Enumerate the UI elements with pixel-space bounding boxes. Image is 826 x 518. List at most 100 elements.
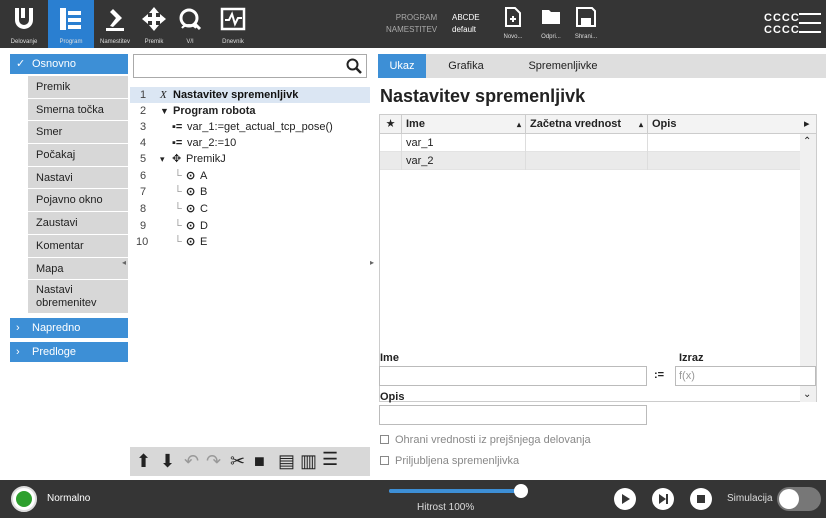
menu-button[interactable] [799,13,821,33]
scroll-down-icon[interactable]: ⌄ [803,389,811,400]
checkbox-box[interactable] [380,435,389,444]
favorite-cell[interactable] [380,134,402,152]
simulation-toggle[interactable] [777,487,821,511]
table-row[interactable]: var_1 [380,134,800,152]
description-label: Opis [380,391,405,403]
favorite-cell[interactable] [380,152,402,170]
favorite-column-header[interactable]: ★ [380,115,402,134]
nav-item-popup[interactable]: Pojavno okno [28,189,128,212]
checkbox-box[interactable] [380,456,389,465]
copy-icon[interactable]: ■ [254,451,265,471]
tree-line[interactable]: 6 └ ⊙ A [130,168,370,184]
move-icon: ✥ [172,153,182,165]
new-button[interactable]: Novo... [493,4,533,48]
section-basic-label: Osnovno [32,58,77,70]
nav-item-folder[interactable]: Mapa [28,258,128,280]
play-button[interactable] [614,488,636,510]
tab-installation[interactable]: Namestitev [94,0,136,48]
variables-table: ★ Ime ▴ Začetna vrednost ▴ Opis ▸ var_1 [379,114,817,402]
nav-item-comment[interactable]: Komentar [28,235,128,258]
tab-io[interactable]: V/I [172,0,208,48]
undo-icon[interactable]: ↶ [184,451,199,471]
move-down-icon[interactable]: ⬇ [160,451,175,471]
open-button[interactable]: Odpri... [531,4,571,48]
tree-line[interactable]: 10 └ ⊙ E [130,234,370,250]
section-templates[interactable]: › Predloge [10,342,128,362]
stop-button[interactable] [690,488,712,510]
bottom-bar: Normalno Hitrost 100% Simulacija [0,480,826,518]
waypoint-icon: ⊙ [186,236,196,248]
tree-line[interactable]: 2 ▼ Program robota [130,103,370,119]
scroll-up-icon[interactable]: ⌃ [803,136,811,147]
io-icon [179,8,202,31]
initial-value-column-header[interactable]: Začetna vrednost ▴ [526,115,648,134]
suppress-icon[interactable]: ☰ [322,449,338,469]
section-basic[interactable]: ✓ Osnovno [10,54,128,74]
column-menu-icon[interactable]: ▸ [800,115,816,134]
section-advanced[interactable]: › Napredno [10,318,128,338]
tab-graphics[interactable]: Grafika [440,54,492,78]
tab-program[interactable]: Program [48,0,94,48]
expand-arrow-icon[interactable]: ▾ [160,151,165,167]
save-button[interactable]: Shrani... [566,4,606,48]
step-button[interactable] [652,488,674,510]
tree-line[interactable]: 3 ▪= var_1:=get_actual_tcp_pose() [130,119,370,135]
cut-icon[interactable]: ✂ [230,451,245,471]
tree-line[interactable]: 5 ▾ ✥ PremikJ [130,151,370,167]
expression-field[interactable]: f(x) [675,366,816,386]
speed-label: Hitrost 100% [417,502,475,513]
expand-right-handle[interactable]: ▸ [370,258,374,267]
tree-node-label: B [200,186,208,198]
favorite-checkbox[interactable]: Priljubljena spremenljivka [380,455,519,467]
tree-line[interactable]: 8 └ ⊙ C [130,201,370,217]
table-scrollbar[interactable]: ⌃ ⌄ [800,134,816,402]
play-icon [622,494,630,504]
table-row[interactable]: var_2 [380,152,800,170]
nav-item-halt[interactable]: Zaustavi [28,212,128,235]
page-title: Nastavitev spremenljivk [380,86,586,106]
tab-log-label: Dnevnik [222,39,244,45]
delete-icon[interactable]: ▥ [300,451,317,471]
tab-move[interactable]: Premik [136,0,172,48]
tree-connector: └ [174,186,182,198]
paste-icon[interactable]: ▤ [278,451,295,471]
program-name: ABCDE [452,13,480,22]
nav-item-set[interactable]: Nastavi [28,167,128,189]
tree-line[interactable]: 4 ▪= var_2:=10 [130,135,370,151]
description-column-header[interactable]: Opis [648,115,800,134]
nav-item-waypoint[interactable]: Smerna točka [28,99,128,121]
nav-item-wait[interactable]: Počakaj [28,144,128,167]
speed-slider[interactable] [389,484,528,498]
tab-command[interactable]: Ukaz [378,54,426,78]
tree-line[interactable]: 1 X Nastavitev spremenljivk [130,87,370,103]
search-input[interactable] [133,54,367,78]
redo-icon[interactable]: ↷ [206,451,221,471]
move-up-icon[interactable]: ⬆ [136,451,151,471]
ur-logo-icon [15,8,33,29]
tab-move-label: Premik [144,39,164,45]
left-nav: ✓ Osnovno Premik Smerna točka Smer Počak… [10,54,128,476]
power-status-icon[interactable] [11,486,37,512]
keep-values-checkbox[interactable]: Ohrani vrednosti iz prejšnjega delovanja [380,434,591,446]
command-panel: Ukaz Grafika Spremenljivke Nastavitev sp… [378,54,826,476]
tab-run[interactable]: Delovanje [0,0,48,48]
new-button-label: Novo... [503,34,523,40]
nav-item-move[interactable]: Premik [28,76,128,99]
nav-item-set-payload[interactable]: Nastavi obremenitev [28,280,128,314]
tab-log[interactable]: Dnevnik [208,0,258,48]
tree-line[interactable]: 7 └ ⊙ B [130,184,370,200]
tree-connector: └ [174,236,182,248]
assignment-icon: ▪= [172,137,183,149]
tree-line[interactable]: 9 └ ⊙ D [130,218,370,234]
expand-arrow-icon[interactable]: ▼ [160,103,169,119]
tree-node-label: Nastavitev spremenljivk [173,89,299,101]
line-number: 2 [140,105,147,117]
tab-variables[interactable]: Spremenljivke [518,54,608,78]
name-column-header[interactable]: Ime ▴ [402,115,526,134]
nav-item-direction[interactable]: Smer [28,121,128,144]
description-field[interactable] [379,405,647,425]
tab-installation-label: Namestitev [99,39,130,45]
collapse-left-handle[interactable]: ◂ [122,258,126,267]
name-field[interactable] [379,366,647,386]
speed-slider-knob[interactable] [514,484,528,498]
